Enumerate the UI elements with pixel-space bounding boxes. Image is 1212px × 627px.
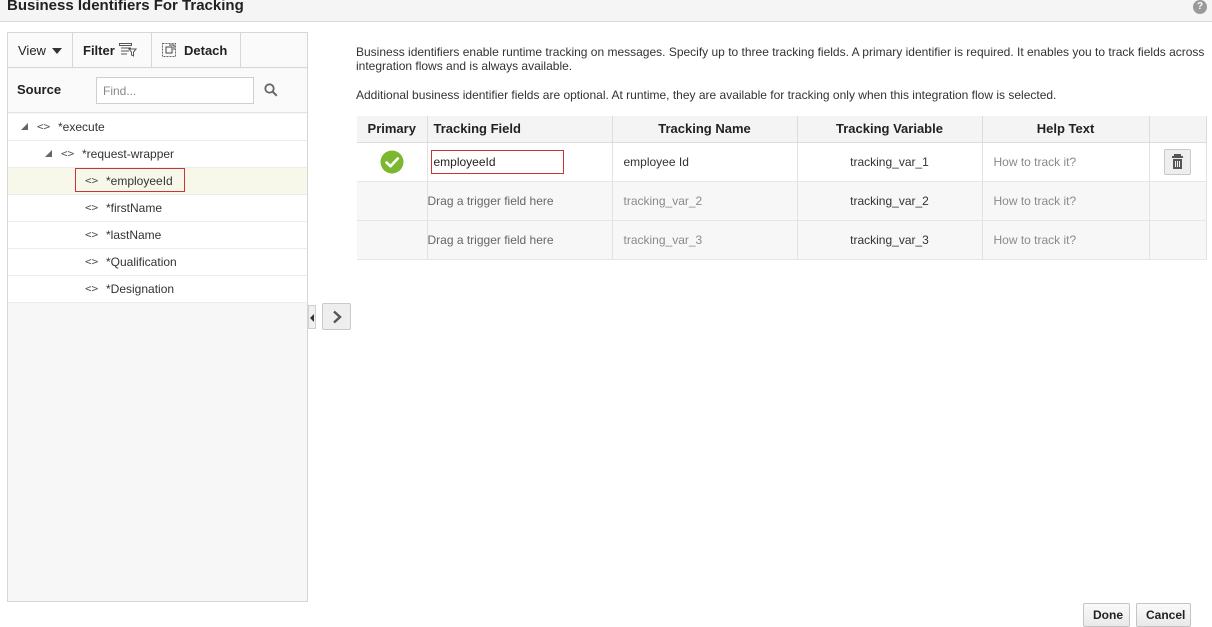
tree-node-label: *lastName — [106, 228, 162, 242]
tracking-field-dropzone[interactable]: Drag a trigger field here — [427, 181, 613, 221]
table-header-row: Primary Tracking Field Tracking Name Tra… — [357, 116, 1207, 143]
dialog-title: Business Identifiers For Tracking — [7, 0, 244, 14]
collapse-left-icon — [310, 314, 314, 322]
element-code-icon: <> — [85, 228, 99, 241]
tree-node-label: *request-wrapper — [82, 147, 175, 161]
actions-cell — [1149, 220, 1207, 260]
view-menu-button[interactable]: View — [8, 33, 73, 67]
primary-cell — [357, 220, 428, 260]
source-toolbar: View Filter Detach — [8, 33, 307, 68]
tree-node-request-wrapper[interactable]: <> *request-wrapper — [8, 141, 307, 168]
table-row: Drag a trigger field here tracking_var_2… — [357, 181, 1207, 221]
tree-node-label: *Qualification — [106, 255, 177, 269]
element-code-icon: <> — [85, 174, 99, 187]
tracking-variable-cell: tracking_var_1 — [797, 142, 983, 182]
detach-icon — [162, 43, 176, 57]
delete-button[interactable] — [1164, 148, 1191, 175]
filter-button[interactable]: Filter — [73, 33, 152, 67]
column-header-tracking-name: Tracking Name — [612, 116, 798, 143]
source-tree: <> *execute <> *request-wrapper <> *empl… — [8, 114, 307, 303]
expanded-triangle-icon[interactable] — [45, 150, 52, 157]
primary-cell — [357, 181, 428, 221]
help-text-cell[interactable]: How to track it? — [982, 181, 1150, 221]
find-input[interactable] — [96, 77, 254, 104]
search-icon[interactable] — [264, 83, 278, 97]
table-row: employee Id tracking_var_1 How to track … — [357, 142, 1207, 182]
primary-cell — [357, 142, 428, 182]
tree-node-employeeid[interactable]: <> *employeeId — [8, 168, 307, 195]
tracking-variable-cell: tracking_var_3 — [797, 220, 983, 260]
element-code-icon: <> — [85, 282, 99, 295]
tracking-table: Primary Tracking Field Tracking Name Tra… — [357, 116, 1207, 260]
tree-node-label: *firstName — [106, 201, 163, 215]
cancel-button[interactable]: Cancel — [1136, 603, 1191, 627]
tracking-field-dropzone[interactable]: Drag a trigger field here — [427, 220, 613, 260]
element-code-icon: <> — [37, 120, 51, 133]
tree-node-lastname[interactable]: <> *lastName — [8, 222, 307, 249]
help-text-cell[interactable]: How to track it? — [982, 142, 1150, 182]
tree-node-label: *Designation — [106, 282, 175, 296]
tree-node-designation[interactable]: <> *Designation — [8, 276, 307, 303]
tracking-field-input[interactable] — [430, 149, 564, 174]
column-header-actions — [1149, 116, 1207, 143]
done-button[interactable]: Done — [1083, 603, 1130, 627]
detach-label: Detach — [184, 42, 228, 58]
expanded-triangle-icon[interactable] — [21, 123, 28, 130]
move-right-button[interactable] — [322, 303, 351, 330]
tracking-name-cell[interactable]: employee Id — [612, 142, 798, 182]
caret-down-icon — [51, 48, 62, 54]
source-label: Source — [17, 82, 62, 97]
description-optional: Additional business identifier fields ar… — [356, 88, 1057, 102]
dialog-titlebar: Business Identifiers For Tracking ? — [0, 0, 1212, 22]
column-header-tracking-variable: Tracking Variable — [797, 116, 983, 143]
description-primary: Business identifiers enable runtime trac… — [356, 45, 1205, 73]
tracking-variable-cell: tracking_var_2 — [797, 181, 983, 221]
question-icon[interactable]: ? — [1193, 0, 1207, 14]
column-header-tracking-field: Tracking Field — [427, 116, 613, 143]
collapse-panel-handle[interactable] — [308, 305, 316, 329]
trash-icon — [1172, 153, 1183, 169]
table-row: Drag a trigger field here tracking_var_3… — [357, 220, 1207, 260]
tree-node-qualification[interactable]: <> *Qualification — [8, 249, 307, 276]
chevron-right-icon — [332, 310, 342, 323]
filter-label: Filter — [83, 42, 115, 58]
tracking-name-cell[interactable]: tracking_var_2 — [612, 181, 798, 221]
filter-icon — [118, 43, 137, 57]
actions-cell — [1149, 181, 1207, 221]
element-code-icon: <> — [85, 255, 99, 268]
tree-node-firstname[interactable]: <> *firstName — [8, 195, 307, 222]
tree-node-execute[interactable]: <> *execute — [8, 114, 307, 141]
source-header: Source — [8, 69, 307, 113]
tree-node-label: *execute — [58, 120, 105, 134]
column-header-primary: Primary — [357, 116, 428, 143]
check-circle-icon[interactable] — [380, 150, 404, 174]
tracking-field-cell — [427, 142, 613, 182]
element-code-icon: <> — [85, 201, 99, 214]
source-panel: View Filter Detach Source Find... <> *ex… — [7, 32, 308, 602]
detach-button[interactable]: Detach — [152, 33, 241, 67]
column-header-help-text: Help Text — [982, 116, 1150, 143]
view-label: View — [18, 42, 46, 58]
tree-node-label: *employeeId — [106, 174, 173, 188]
tracking-name-cell[interactable]: tracking_var_3 — [612, 220, 798, 260]
element-code-icon: <> — [61, 147, 75, 160]
help-text-cell[interactable]: How to track it? — [982, 220, 1150, 260]
actions-cell — [1149, 142, 1207, 182]
